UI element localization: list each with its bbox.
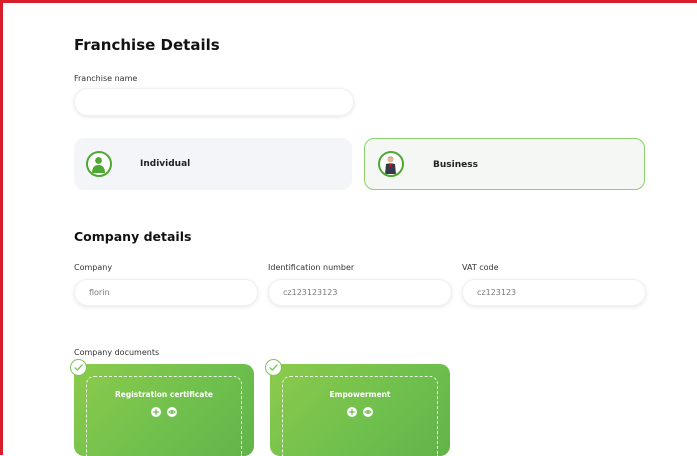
document-title: Registration certificate <box>115 390 213 399</box>
company-details-title: Company details <box>74 229 192 244</box>
eye-icon[interactable] <box>363 407 373 417</box>
document-actions <box>74 407 254 417</box>
add-icon[interactable] <box>347 407 357 417</box>
type-label-individual: Individual <box>140 159 191 169</box>
company-input[interactable]: florin <box>74 279 258 306</box>
eye-icon[interactable] <box>167 407 177 417</box>
company-label: Company <box>74 263 113 272</box>
check-icon <box>70 359 87 376</box>
type-label-business: Business <box>433 160 478 170</box>
document-card-empowerment[interactable]: Empowerment <box>270 364 450 456</box>
add-icon[interactable] <box>151 407 161 417</box>
type-card-individual[interactable]: Individual <box>74 138 352 190</box>
franchise-name-input[interactable] <box>74 88 354 116</box>
franchise-details-title: Franchise Details <box>74 36 220 54</box>
type-card-business[interactable]: Business <box>364 138 645 190</box>
document-actions <box>270 407 450 417</box>
identification-number-label: Identification number <box>268 263 355 272</box>
document-card-registration[interactable]: Registration certificate <box>74 364 254 456</box>
check-icon <box>265 359 282 376</box>
vat-code-label: VAT code <box>462 263 499 272</box>
person-icon <box>86 151 112 177</box>
document-title: Empowerment <box>329 390 391 399</box>
businessman-icon <box>378 151 404 177</box>
vat-code-input[interactable]: cz123123 <box>462 279 646 306</box>
franchise-form: Franchise Details Franchise name Individ… <box>0 0 697 456</box>
identification-number-input[interactable]: cz123123123 <box>268 279 452 306</box>
company-documents-label: Company documents <box>74 348 160 357</box>
franchise-name-label: Franchise name <box>74 74 138 83</box>
